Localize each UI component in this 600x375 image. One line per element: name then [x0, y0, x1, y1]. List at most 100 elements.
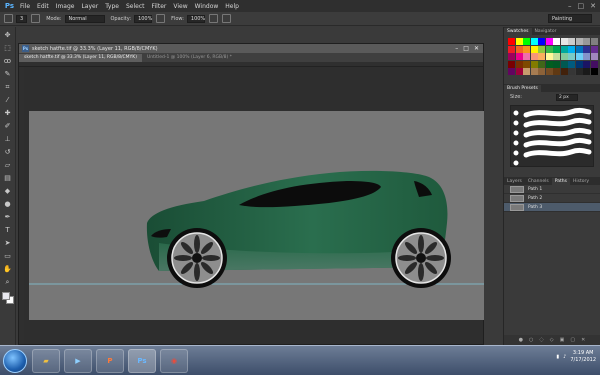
color-swatch[interactable] [553, 45, 560, 53]
tab-layers[interactable]: Layers [504, 178, 525, 185]
mode-dropdown[interactable]: Normal [64, 14, 105, 23]
color-swatch[interactable] [538, 68, 545, 75]
pen-icon[interactable]: ✒ [3, 212, 13, 222]
color-swatch[interactable] [560, 38, 568, 45]
path-select-icon[interactable]: ➤ [3, 238, 13, 248]
color-swatch[interactable] [560, 60, 568, 68]
new-path-icon[interactable]: ▢ [570, 337, 575, 343]
doc-minimize-button[interactable]: – [455, 45, 458, 52]
load-selection-icon[interactable]: ◌ [539, 337, 543, 343]
color-swatch[interactable] [545, 68, 553, 75]
color-swatch[interactable] [560, 53, 568, 60]
color-swatch[interactable] [575, 60, 583, 68]
gradient-icon[interactable]: ▤ [3, 173, 13, 183]
menu-filter[interactable]: Filter [152, 3, 167, 10]
chrome-taskbar-icon[interactable]: ◉ [160, 349, 188, 373]
type-icon[interactable]: T [3, 225, 13, 235]
make-path-icon[interactable]: ◇ [550, 337, 554, 343]
trash-icon[interactable]: ✕ [581, 337, 585, 343]
color-swatch[interactable] [508, 45, 515, 53]
hand-icon[interactable]: ✋ [3, 264, 13, 274]
color-swatch[interactable] [530, 45, 538, 53]
clock[interactable]: 3:19 AM 7/17/2012 [570, 350, 596, 364]
color-swatch[interactable] [530, 60, 538, 68]
color-swatch[interactable] [590, 53, 598, 60]
color-swatch[interactable] [545, 45, 553, 53]
color-swatch[interactable] [568, 60, 575, 68]
fill-path-icon[interactable]: ● [519, 337, 523, 343]
zoom-icon[interactable]: ⌕ [3, 277, 13, 287]
doc-close-button[interactable]: ✕ [474, 45, 479, 52]
color-swatch[interactable] [568, 53, 575, 60]
tab-paths[interactable]: Paths [551, 178, 570, 185]
network-icon[interactable]: ▮ [556, 354, 559, 360]
volume-icon[interactable]: ♪ [563, 354, 566, 360]
media-taskbar-icon[interactable]: ▶ [64, 349, 92, 373]
color-swatch[interactable] [530, 53, 538, 60]
crop-icon[interactable]: ⌗ [3, 82, 13, 92]
dodge-icon[interactable]: ● [3, 199, 13, 209]
color-swatch[interactable] [583, 53, 590, 60]
color-swatch[interactable] [515, 60, 523, 68]
path-row[interactable]: Path 3 [504, 203, 600, 212]
menu-edit[interactable]: Edit [37, 3, 49, 10]
eraser-icon[interactable]: ▱ [3, 160, 13, 170]
color-swatch[interactable] [545, 53, 553, 60]
brush-icon[interactable]: ✐ [3, 121, 13, 131]
path-row[interactable]: Path 1 [504, 185, 600, 194]
foreground-color-swatch[interactable] [2, 292, 10, 300]
color-swatch[interactable] [553, 38, 560, 45]
color-swatch[interactable] [553, 53, 560, 60]
menu-help[interactable]: Help [225, 3, 239, 10]
color-swatch[interactable] [515, 38, 523, 45]
color-swatch[interactable] [515, 45, 523, 53]
quick-select-icon[interactable]: ✎ [3, 69, 13, 79]
color-swatch[interactable] [560, 68, 568, 75]
pressure-size-icon[interactable] [221, 14, 231, 23]
brush-size-picker[interactable]: 3 [16, 14, 28, 23]
color-swatch[interactable] [568, 38, 575, 45]
tab-navigator[interactable]: Navigator [532, 28, 560, 35]
brush-size-input[interactable]: 2 px [555, 93, 578, 101]
tab-brush-presets[interactable]: Brush Presets [504, 85, 541, 92]
color-swatch[interactable] [523, 60, 530, 68]
color-swatch[interactable] [523, 45, 530, 53]
color-swatch[interactable] [568, 45, 575, 53]
menu-file[interactable]: File [20, 3, 30, 10]
start-button[interactable] [3, 349, 27, 373]
tab-untitled[interactable]: Untitled-1 @ 100% (Layer 6, RGB/8) * [142, 54, 237, 62]
color-swatch[interactable] [515, 68, 523, 75]
color-swatch[interactable] [583, 60, 590, 68]
document-titlebar[interactable]: Ps sketch hatfte.tif @ 33.3% (Layer 11, … [19, 44, 483, 53]
color-swatch[interactable] [538, 45, 545, 53]
minimize-button[interactable]: – [568, 0, 572, 12]
color-swatch[interactable] [583, 68, 590, 75]
brush-tool-preset-icon[interactable] [4, 14, 13, 23]
color-swatch[interactable] [538, 60, 545, 68]
color-swatch[interactable] [568, 68, 575, 75]
color-swatch[interactable] [508, 60, 515, 68]
powerpoint-taskbar-icon[interactable]: P [96, 349, 124, 373]
color-swatch[interactable] [538, 38, 545, 45]
color-swatch[interactable] [508, 68, 515, 75]
color-swatch[interactable] [575, 68, 583, 75]
color-swatch[interactable] [545, 60, 553, 68]
color-swatch[interactable] [583, 45, 590, 53]
color-swatch[interactable] [575, 38, 583, 45]
color-swatch[interactable] [545, 38, 553, 45]
canvas[interactable] [29, 111, 484, 320]
menu-window[interactable]: Window [195, 3, 219, 10]
menu-view[interactable]: View [173, 3, 187, 10]
workspace-switcher[interactable]: Painting [548, 14, 592, 23]
lasso-icon[interactable]: ꝏ [3, 56, 13, 66]
path-row[interactable]: Path 2 [504, 194, 600, 203]
history-brush-icon[interactable]: ↺ [3, 147, 13, 157]
tab-sketch[interactable]: sketch hatfte.tif @ 33.3% (Layer 11, RGB… [19, 54, 143, 62]
mask-icon[interactable]: ▣ [560, 337, 565, 343]
tab-swatches[interactable]: Swatches [504, 28, 532, 35]
color-swatch[interactable] [553, 60, 560, 68]
color-swatch[interactable] [590, 38, 598, 45]
explorer-taskbar-icon[interactable]: ▰ [32, 349, 60, 373]
color-swatch[interactable] [530, 38, 538, 45]
stroke-path-icon[interactable]: ○ [529, 337, 533, 343]
